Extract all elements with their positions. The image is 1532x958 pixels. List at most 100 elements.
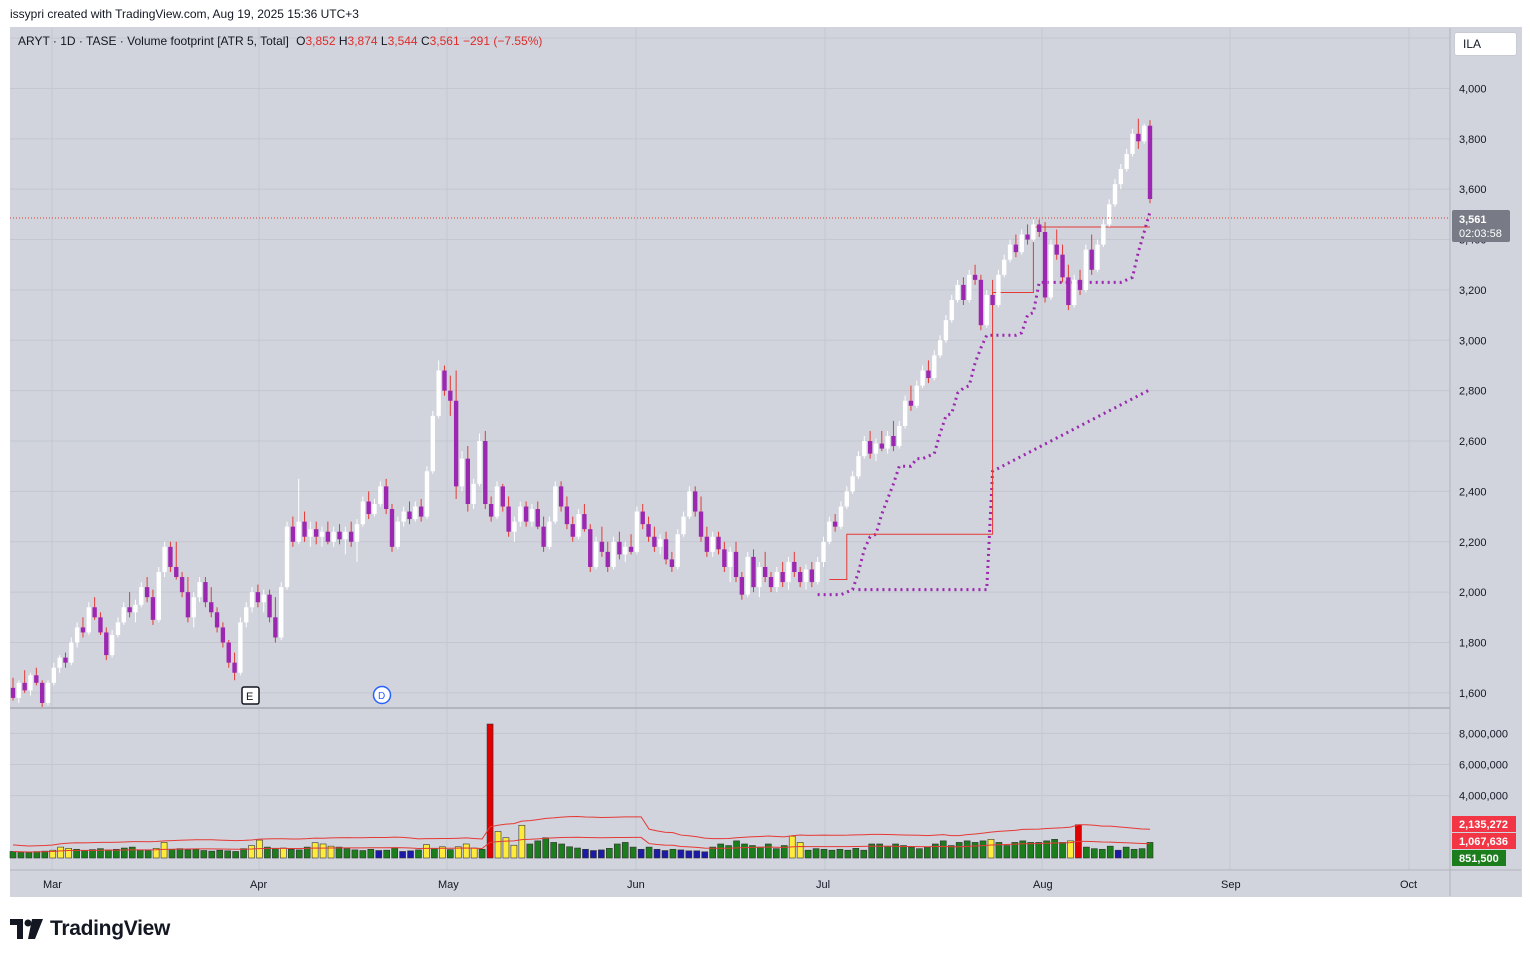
candle-body — [774, 572, 780, 588]
volume-bar — [105, 849, 112, 859]
candle-body — [34, 675, 39, 683]
candle-body — [617, 541, 622, 555]
candle-body — [914, 385, 919, 406]
candle-body — [197, 582, 202, 598]
candle-body — [39, 682, 45, 703]
volume-bar — [57, 846, 65, 859]
candle-body — [780, 572, 785, 583]
candle-body — [1007, 244, 1013, 260]
volume-bar — [33, 851, 41, 859]
candle-body — [255, 592, 261, 603]
candle-body — [687, 491, 692, 517]
last-price-label: 3,561 — [1459, 214, 1487, 226]
dividend-marker[interactable]: D — [372, 685, 392, 705]
candle-body — [745, 556, 750, 595]
volume-bar — [908, 846, 915, 859]
candle-body — [856, 456, 861, 477]
chart-canvas[interactable]: 4,2004,0003,8003,6003,4003,2003,0002,800… — [0, 0, 1532, 958]
candle-body — [436, 370, 441, 416]
candle-body — [547, 521, 552, 547]
volume-bar — [447, 849, 454, 859]
volume-bar — [979, 840, 987, 859]
candle-body — [838, 506, 844, 527]
candle-body — [978, 279, 984, 326]
earnings-marker[interactable]: E — [241, 686, 260, 705]
volume-bar — [240, 848, 247, 859]
volume-bar — [510, 844, 518, 859]
volume-bar — [478, 848, 486, 859]
candle-body — [331, 531, 336, 542]
candle-body — [238, 622, 243, 673]
candle-body — [220, 627, 226, 643]
volume-bar — [1035, 842, 1042, 859]
volume-bar — [470, 847, 478, 859]
volume-bar — [407, 850, 414, 859]
volume-badge-red-light-label: 1,067,636 — [1459, 836, 1508, 848]
candle-body — [582, 514, 587, 530]
symbol-legend[interactable]: ARYT · 1D · TASE · Volume footprint [ATR… — [18, 34, 542, 48]
candle-body — [885, 436, 890, 449]
candle-body — [599, 541, 605, 552]
volume-bar — [924, 846, 931, 859]
candle-body — [471, 483, 476, 504]
candle-body — [762, 566, 768, 578]
volume-bar — [971, 842, 979, 859]
candle-body — [209, 602, 214, 613]
candle-body — [488, 504, 494, 517]
volume-bar — [232, 851, 239, 859]
candle-body — [908, 400, 914, 406]
candle-body — [996, 274, 1001, 306]
volume-bar — [820, 848, 828, 859]
candle-body — [640, 511, 645, 525]
volume-bar — [518, 824, 526, 859]
currency-button[interactable]: ILA — [1454, 32, 1517, 56]
candle-body — [442, 370, 447, 391]
candle-body — [69, 642, 74, 663]
candle-body — [244, 607, 249, 623]
volume-bar — [128, 846, 136, 859]
volume-bar — [590, 850, 597, 859]
candle-body — [284, 526, 290, 588]
tradingview-logo[interactable]: TradingView — [10, 915, 170, 943]
candle-body — [144, 587, 150, 598]
volume-bar — [431, 848, 438, 859]
candle-body — [16, 682, 22, 698]
high-label: H — [338, 34, 348, 48]
volume-bar — [184, 849, 192, 859]
high-value: 3,874 — [347, 34, 378, 48]
candle-body — [926, 370, 931, 379]
candle-body — [891, 436, 896, 447]
candle-body — [949, 300, 954, 321]
volume-bar — [844, 849, 852, 859]
candle-body — [512, 521, 517, 532]
volume-axis: 8,000,000 6,000,000 4,000,000 — [1459, 728, 1508, 802]
candle-body — [1124, 153, 1129, 170]
candle-body — [576, 514, 581, 537]
volume-bar — [486, 723, 494, 859]
price-tick-label: 3,000 — [1459, 335, 1487, 347]
volume-bar — [765, 843, 772, 859]
price-tick-label: 3,800 — [1459, 134, 1487, 146]
candle-body — [401, 511, 406, 522]
volume-bar — [208, 850, 216, 859]
volume-bar — [645, 846, 653, 859]
volume-bar — [526, 843, 534, 859]
volume-bar — [852, 848, 860, 859]
tradingview-logo-text: TradingView — [50, 917, 171, 940]
volume-bar — [685, 850, 693, 859]
candle-body — [1147, 125, 1153, 200]
candle-body — [693, 491, 698, 512]
candle-body — [1095, 244, 1100, 270]
volume-bar — [1146, 842, 1154, 859]
volume-bar — [160, 842, 168, 859]
candle-body — [337, 531, 342, 540]
candle-body — [961, 284, 966, 300]
volume-bar — [176, 848, 184, 859]
price-tick-label: 2,800 — [1459, 386, 1487, 398]
candle-body — [757, 566, 762, 588]
volume-bar — [1130, 848, 1138, 859]
volume-tick-label: 4,000,000 — [1459, 791, 1508, 803]
volume-bar — [836, 848, 844, 859]
volume-bar — [613, 843, 621, 859]
candle-body — [1019, 234, 1024, 253]
